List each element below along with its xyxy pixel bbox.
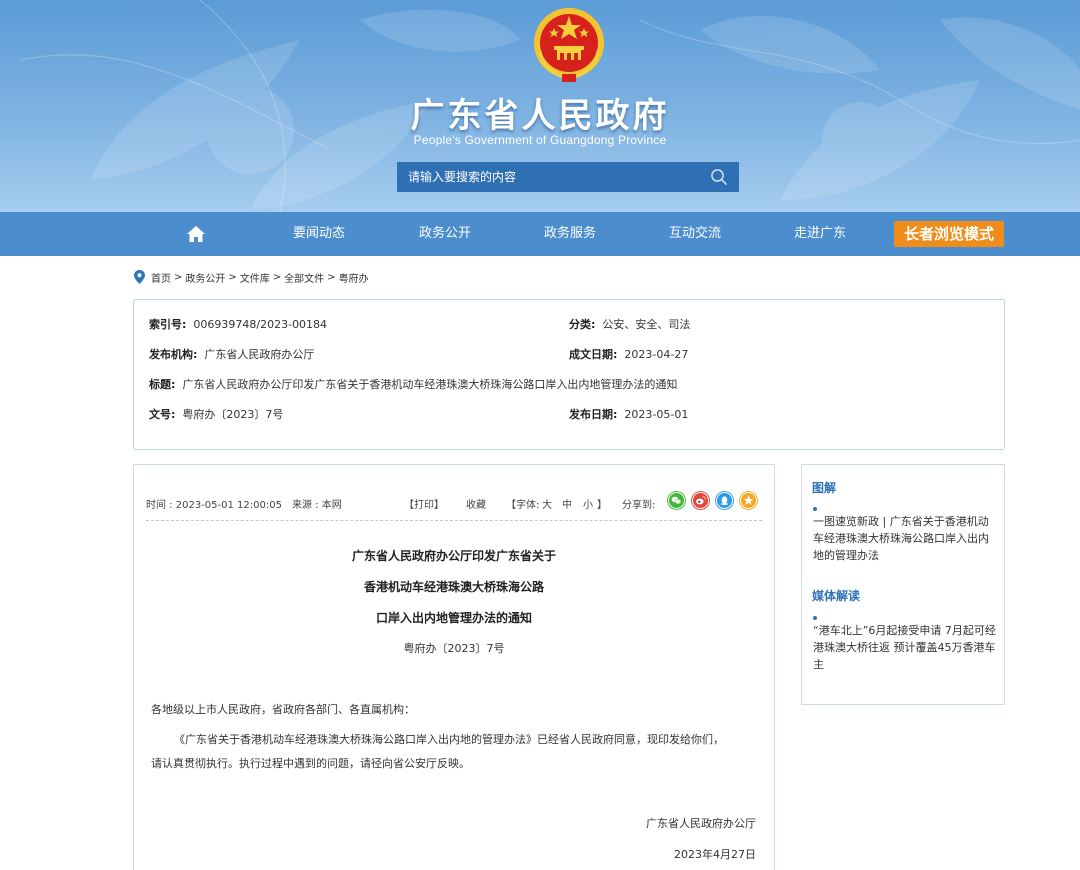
wechat-icon[interactable] [667, 491, 686, 510]
font-size-large-button[interactable]: 大 [542, 496, 552, 511]
meta-published-date: 发布日期: 2023-05-01 [569, 406, 688, 422]
font-size-medium-button[interactable]: 中 [562, 496, 572, 511]
doc-salutation: 各地级以上市人民政府，省政府各部门、各直属机构： [151, 703, 415, 716]
meta-created-value: 2023-04-27 [624, 348, 689, 361]
sidebar-section-media-title: 媒体解读 [812, 589, 861, 603]
meta-index-value: 006939748/2023-00184 [193, 318, 328, 331]
meta-title: 标题: 广东省人民政府办公厅印发广东省关于香港机动车经港珠澳大桥珠海公路口岸入出… [149, 376, 677, 392]
elder-mode-button[interactable]: 长者浏览模式 [894, 221, 1004, 247]
breadcrumb-separator: > [174, 271, 183, 283]
location-pin-icon [134, 270, 145, 284]
nav-item-about-guangdong[interactable]: 走进广东 [794, 212, 846, 256]
meta-title-value: 广东省人民政府办公厅印发广东省关于香港机动车经港珠澳大桥珠海公路口岸入出内地管理… [182, 378, 678, 391]
meta-publisher: 发布机构: 广东省人民政府办公厅 [149, 346, 314, 362]
share-label: 分享到: [622, 500, 656, 511]
meta-docno-value: 粤府办〔2023〕7号 [182, 408, 284, 421]
meta-title-label: 标题: [149, 378, 176, 391]
site-title: 广东省人民政府 [410, 96, 670, 136]
related-sidebar: 图解 一图速览新政 | 广东省关于香港机动车经港珠澳大桥珠海公路口岸入出内地的管… [801, 464, 1005, 705]
nav-item-news[interactable]: 要闻动态 [293, 212, 345, 256]
search-input[interactable] [397, 162, 699, 192]
bullet-dot [813, 616, 817, 620]
publish-time: 时间 : 2023-05-01 12:00:05 [146, 500, 282, 511]
weibo-icon[interactable] [691, 491, 710, 510]
home-icon[interactable] [186, 225, 206, 243]
font-size-close-bracket: 】 [597, 500, 607, 511]
search-bar [397, 162, 739, 192]
meta-created-label: 成文日期: [569, 348, 618, 361]
article-panel: 时间 : 2023-05-01 12:00:05 来源 : 本网 【打印】 收藏… [133, 464, 775, 870]
meta-category-label: 分类: [569, 318, 596, 331]
breadcrumb-home[interactable]: 首页 [151, 270, 171, 285]
meta-category-value: 公安、安全、司法 [602, 318, 691, 331]
meta-category: 分类: 公安、安全、司法 [569, 316, 690, 332]
breadcrumb-current[interactable]: 粤府办 [339, 270, 369, 285]
breadcrumb-separator: > [228, 271, 237, 283]
article-toolbar: 时间 : 2023-05-01 12:00:05 来源 : 本网 【打印】 收藏… [146, 491, 762, 513]
meta-published-label: 发布日期: [569, 408, 618, 421]
sidebar-link-infographic[interactable]: 一图速览新政 | 广东省关于香港机动车经港珠澳大桥珠海公路口岸入出内地的管理办法 [813, 513, 998, 564]
breadcrumb-gov-affairs-open[interactable]: 政务公开 [185, 270, 225, 285]
meta-created-date: 成文日期: 2023-04-27 [569, 346, 688, 362]
search-icon [711, 169, 727, 185]
article-source: 来源 : 本网 [292, 500, 342, 511]
sidebar-section-infographic-title: 图解 [812, 481, 837, 495]
breadcrumb-separator: > [272, 271, 282, 283]
nav-item-gov-affairs-open[interactable]: 政务公开 [419, 212, 471, 256]
doc-title-line-2: 香港机动车经港珠澳大桥珠海公路 [363, 580, 544, 594]
doc-paragraph-line-2: 请认真贯彻执行。执行过程中遇到的问题，请径向省公安厅反映。 [151, 757, 470, 770]
toolbar-divider [146, 520, 762, 521]
nav-item-interaction[interactable]: 互动交流 [669, 212, 721, 256]
national-emblem-logo [534, 8, 604, 82]
document-meta-panel: 索引号: 006939748/2023-00184 分类: 公安、安全、司法 发… [133, 299, 1005, 450]
sidebar-link-media[interactable]: “港车北上”6月起接受申请 7月起可经港珠澳大桥往返 预计覆盖45万香港车主 [813, 622, 998, 673]
site-header: 广东省人民政府 People's Government of Guangdong… [0, 0, 1080, 212]
qq-icon[interactable] [715, 491, 734, 510]
font-size-small-button[interactable]: 小 [583, 496, 593, 511]
doc-title-line-1: 广东省人民政府办公厅印发广东省关于 [351, 549, 556, 563]
breadcrumb-file-library[interactable]: 文件库 [240, 270, 270, 285]
doc-number: 粤府办〔2023〕7号 [403, 642, 505, 655]
qzone-icon[interactable] [739, 491, 758, 510]
meta-publisher-label: 发布机构: [149, 348, 198, 361]
print-button[interactable]: 【打印】 [404, 496, 444, 511]
doc-title-line-3: 口岸入出内地管理办法的通知 [375, 611, 532, 625]
meta-doc-number: 文号: 粤府办〔2023〕7号 [149, 406, 283, 422]
breadcrumb-separator: > [327, 271, 336, 283]
breadcrumb-all-files[interactable]: 全部文件 [284, 270, 324, 285]
doc-date: 2023年4月27日 [674, 848, 756, 861]
meta-docno-label: 文号: [149, 408, 176, 421]
search-button[interactable] [699, 162, 739, 192]
font-size-label: 【字体: [506, 500, 540, 511]
doc-paragraph-line-1: 《广东省关于香港机动车经港珠澳大桥珠海公路口岸入出内地的管理办法》已经省人民政府… [174, 733, 724, 746]
bullet-dot [813, 507, 817, 511]
favorite-button[interactable]: 收藏 [466, 496, 486, 511]
doc-signature: 广东省人民政府办公厅 [646, 817, 756, 830]
meta-publisher-value: 广东省人民政府办公厅 [204, 348, 315, 361]
nav-item-gov-services[interactable]: 政务服务 [544, 212, 596, 256]
breadcrumb: 首页 > 政务公开 > 文件库 > 全部文件 > 粤府办 [134, 268, 369, 286]
meta-published-value: 2023-05-01 [624, 408, 689, 421]
meta-index: 索引号: 006939748/2023-00184 [149, 316, 327, 332]
meta-index-label: 索引号: [149, 318, 187, 331]
site-subtitle: People's Government of Guangdong Provinc… [413, 133, 667, 147]
